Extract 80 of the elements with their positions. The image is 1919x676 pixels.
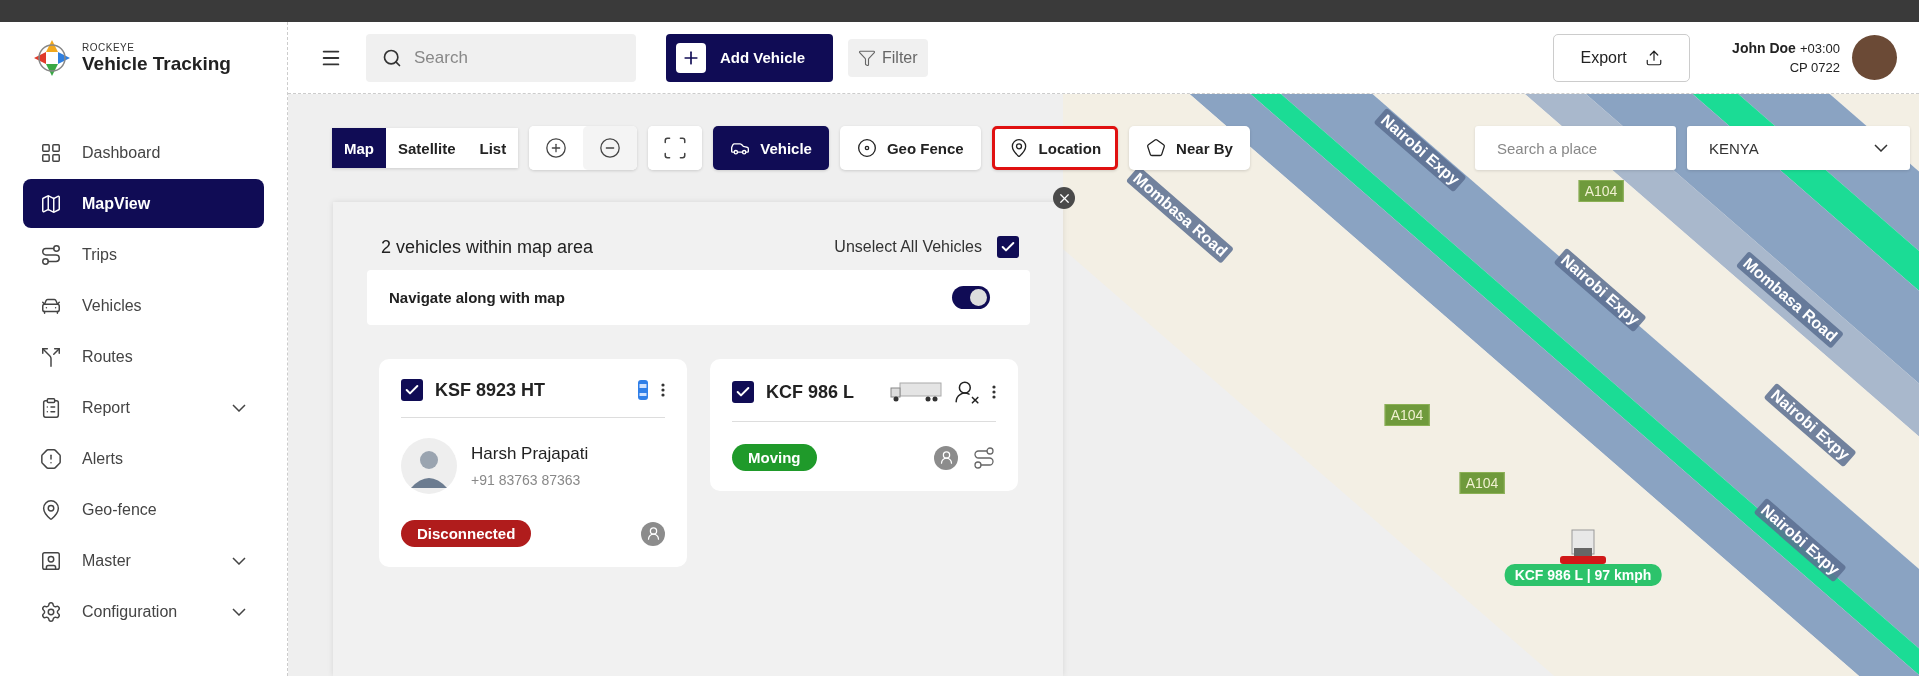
sidebar-item[interactable]: Routes (23, 332, 264, 381)
sidebar-item[interactable]: Dashboard (23, 128, 264, 177)
close-button[interactable] (1053, 187, 1075, 209)
chevron-down-icon (1874, 144, 1888, 152)
compass-logo (32, 38, 72, 78)
vehicle-plate: KSF 8923 HT (435, 379, 547, 401)
fork-icon (40, 345, 62, 368)
sidebar-item[interactable]: Alerts (23, 434, 264, 483)
sidebar-item[interactable]: Configuration (23, 587, 264, 636)
view-tab[interactable]: Map (332, 128, 386, 168)
checkbox[interactable] (732, 381, 754, 403)
map-pin-icon (40, 498, 62, 521)
checkbox[interactable] (401, 379, 423, 401)
route-icon (40, 243, 62, 266)
map-icon (40, 192, 62, 215)
sidebar-item[interactable]: Master (23, 536, 264, 585)
view-tab[interactable]: List (467, 128, 519, 168)
driver-name: Harsh Prajapati (471, 444, 589, 464)
pentagon-icon (1146, 138, 1167, 158)
search-icon (382, 47, 402, 68)
sidebar-item[interactable]: Report (23, 383, 264, 432)
brand-tagline: ROCKEYE (82, 41, 136, 53)
zoom-in-button[interactable] (529, 126, 584, 170)
filter-button[interactable]: Filter (848, 38, 928, 77)
user-avatar[interactable] (1852, 35, 1897, 80)
user-timezone: +03:00 (1799, 41, 1840, 56)
zoom-out-button[interactable] (583, 126, 638, 170)
plus-icon (545, 137, 568, 159)
car-icon (637, 379, 649, 401)
user-name: John Doe (1732, 40, 1796, 56)
alert-icon (40, 447, 62, 470)
status-pill: Disconnected (401, 520, 532, 547)
grid-icon (40, 141, 62, 164)
driver-icon[interactable] (641, 521, 665, 546)
map-tool-button[interactable]: Geo Fence (839, 126, 981, 170)
more-options-button[interactable] (992, 385, 996, 399)
panel-title: 2 vehicles within map area (381, 236, 594, 258)
sidebar-item[interactable]: Geo-fence (23, 485, 264, 534)
disc-icon (856, 138, 877, 158)
map-tool-button[interactable]: Vehicle (713, 126, 829, 170)
vehicle-plate: KCF 986 L (766, 381, 856, 403)
driver-phone: +91 83763 87363 (471, 472, 582, 488)
upload-icon (1644, 48, 1663, 67)
road-shield: A104 (1384, 404, 1430, 426)
route-icon[interactable] (972, 445, 996, 470)
more-icon (661, 383, 665, 397)
view-tab[interactable]: Satellite (386, 128, 468, 168)
settings-icon (40, 600, 62, 623)
sidebar-item[interactable]: Trips (23, 230, 264, 279)
status-pill: Moving (732, 444, 817, 471)
user-card-icon (40, 549, 62, 572)
add-vehicle-button[interactable]: Add Vehicle (666, 33, 833, 82)
funnel-icon (858, 48, 876, 67)
sidebar-item[interactable]: Vehicles (23, 281, 264, 330)
map-tool-button[interactable]: Location (991, 126, 1119, 170)
place-search-field[interactable]: Search a place (1475, 126, 1676, 170)
driver-avatar (401, 438, 457, 494)
more-options-button[interactable] (661, 383, 665, 397)
clipboard-icon (40, 396, 62, 419)
truck-icon (890, 382, 942, 402)
no-driver-icon (954, 379, 980, 405)
unselect-all-label: Unselect All Vehicles (834, 238, 982, 256)
toggle-switch[interactable] (952, 286, 990, 309)
map-tool-button[interactable]: Near By (1129, 126, 1250, 170)
plus-icon (676, 42, 706, 73)
more-icon (992, 385, 996, 399)
truck-marker-icon[interactable] (1560, 528, 1606, 564)
country-select[interactable]: KENYA (1687, 126, 1910, 170)
driver-icon[interactable] (934, 445, 958, 470)
export-button[interactable]: Export (1553, 33, 1691, 82)
brand-name: Vehicle Tracking (82, 52, 231, 75)
navigate-label: Navigate along with map (389, 289, 565, 306)
sidebar-item[interactable]: MapView (23, 179, 264, 228)
fullscreen-icon (662, 135, 689, 161)
road-shield: A104 (1459, 472, 1505, 494)
search-field[interactable]: Search (366, 33, 636, 82)
minus-icon (599, 137, 622, 159)
road-shield: A104 (1578, 180, 1624, 202)
user-code: CP 0722 (1789, 60, 1840, 75)
checkbox[interactable] (997, 236, 1019, 258)
